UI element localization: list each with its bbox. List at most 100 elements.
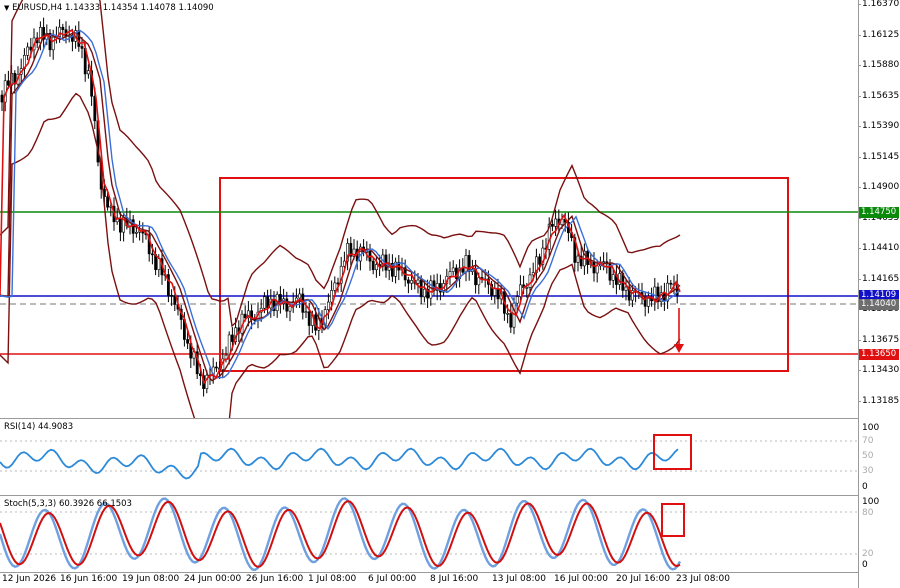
stoch-level-80: 80 xyxy=(862,508,874,518)
candle-body xyxy=(496,288,500,300)
candle-body xyxy=(422,288,426,298)
rsi-line xyxy=(0,447,679,480)
candle-body xyxy=(592,261,596,274)
candle-body xyxy=(493,288,497,296)
price-tick xyxy=(858,278,861,280)
candle-body xyxy=(87,70,90,75)
range-rectangle[interactable] xyxy=(219,177,789,372)
candle-body xyxy=(326,301,330,310)
candle-body xyxy=(448,271,452,277)
time-label: 13 Jul 08:00 xyxy=(492,574,546,584)
bid-price-tag: 1.14040 xyxy=(859,299,899,310)
price-label: 1.13185 xyxy=(862,395,900,406)
candle-body xyxy=(135,231,138,234)
candle-body xyxy=(528,274,532,288)
candle-body xyxy=(51,36,55,51)
candle-body xyxy=(80,46,84,49)
candle-body xyxy=(554,218,558,227)
price-tick xyxy=(858,4,861,5)
candle-body xyxy=(515,296,519,304)
candle-body xyxy=(61,26,65,30)
price-tick xyxy=(858,95,861,97)
time-label: 6 Jul 00:00 xyxy=(368,574,417,584)
candle-body xyxy=(406,279,410,284)
time-label: 23 Jul 08:00 xyxy=(676,574,730,584)
price-label: 1.14900 xyxy=(862,182,900,192)
time-label: 26 Jun 16:00 xyxy=(246,574,304,584)
triangle-down-icon[interactable]: ▼ xyxy=(4,4,9,12)
candle-body xyxy=(371,260,375,271)
candle-body xyxy=(0,94,4,103)
price-label: 1.14165 xyxy=(862,273,900,284)
candle-body xyxy=(298,293,302,299)
price-label: 1.15880 xyxy=(862,60,900,70)
time-label: 19 Jun 08:00 xyxy=(122,574,180,584)
time-label: 20 Jul 16:00 xyxy=(616,574,670,584)
stoch-highlight-box[interactable] xyxy=(661,503,685,537)
candle-body xyxy=(330,290,334,303)
price-tick xyxy=(858,187,861,188)
price-label: 1.16370 xyxy=(862,0,900,9)
price-tick xyxy=(858,126,861,127)
time-label: 1 Jul 08:00 xyxy=(308,574,357,584)
candle-body xyxy=(170,294,174,297)
symbol-ohlc-text: EURUSD,H4 1.14333 1.14354 1.14078 1.1409… xyxy=(12,3,214,13)
candle-body xyxy=(26,46,30,56)
price-tick xyxy=(858,400,861,402)
price-tick xyxy=(858,34,861,36)
stoch-level-100: 100 xyxy=(862,497,880,507)
candle-body xyxy=(419,279,423,298)
candle-body xyxy=(7,80,10,86)
candle-body xyxy=(538,256,542,265)
rsi-highlight-box[interactable] xyxy=(653,434,692,470)
rsi-level-100: 100 xyxy=(862,423,880,433)
arrow-down-icon[interactable] xyxy=(674,308,684,353)
time-label: 12 Jun 2026 xyxy=(2,574,57,584)
candle-body xyxy=(262,296,266,309)
time-label: 16 Jun 16:00 xyxy=(60,574,118,584)
candle-body xyxy=(624,286,628,291)
support-price-tag: 1.13650 xyxy=(859,349,899,360)
candle-body xyxy=(550,223,554,227)
rsi-pane[interactable]: RSI(14) 44.9083 xyxy=(0,419,858,495)
price-chart-svg xyxy=(0,0,858,418)
candle-body xyxy=(518,284,522,297)
candle-body xyxy=(451,267,455,272)
price-chart-pane[interactable]: ▼ EURUSD,H4 1.14333 1.14354 1.14078 1.14… xyxy=(0,0,858,418)
stoch-level-0: 0 xyxy=(862,560,868,570)
rsi-level-50: 50 xyxy=(862,451,874,461)
candle-body xyxy=(602,261,606,264)
candle-body xyxy=(374,264,378,271)
candle-body xyxy=(186,339,190,344)
rsi-level-0: 0 xyxy=(862,482,868,492)
candle-body xyxy=(410,280,414,284)
time-label: 8 Jul 16:00 xyxy=(430,574,479,584)
price-tick xyxy=(858,370,861,371)
candle-body xyxy=(119,217,122,233)
candle-body xyxy=(611,274,615,281)
candle-body xyxy=(307,311,311,326)
candle-body xyxy=(669,282,673,285)
candle-body xyxy=(157,258,161,270)
bollinger-middle-band xyxy=(0,32,681,382)
candle-body xyxy=(416,279,420,284)
candle-body xyxy=(231,334,234,342)
candle-body xyxy=(224,354,228,360)
pane-separator xyxy=(0,572,858,573)
candle-body xyxy=(106,196,110,208)
candle-body xyxy=(509,312,513,328)
candle-body xyxy=(576,255,580,263)
time-label: 16 Jul 00:00 xyxy=(554,574,608,584)
rsi-title: RSI(14) 44.9083 xyxy=(4,422,74,432)
stoch-signal-line xyxy=(0,500,681,568)
rsi-level-70: 70 xyxy=(862,436,874,446)
rsi-level-30: 30 xyxy=(862,466,874,476)
candle-body xyxy=(464,255,468,273)
candle-body xyxy=(666,282,670,302)
candle-body xyxy=(288,305,292,312)
price-label: 1.14410 xyxy=(862,243,900,253)
stoch-title: Stoch(5,3,3) 60.3926 66.1503 xyxy=(4,499,132,509)
stochastic-pane[interactable]: Stoch(5,3,3) 60.3926 66.1503 xyxy=(0,496,858,572)
moving-average-fast xyxy=(0,28,681,385)
candle-body xyxy=(525,287,529,289)
